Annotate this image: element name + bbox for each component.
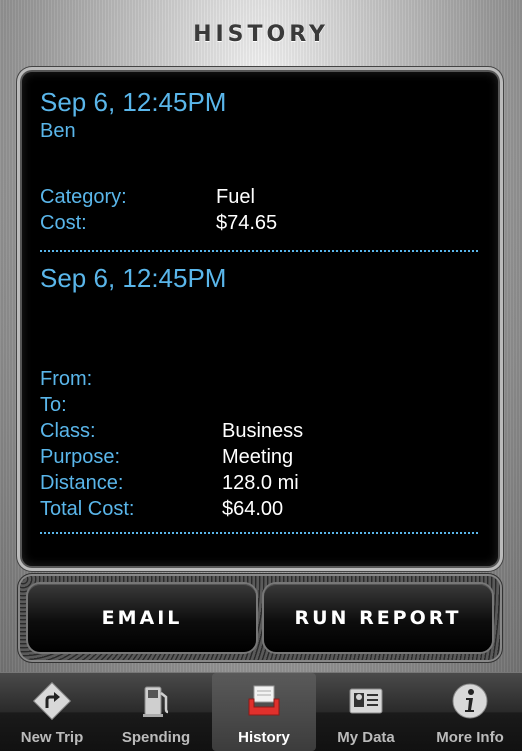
email-button[interactable]: EMAIL xyxy=(28,584,256,652)
tab-label: Spending xyxy=(121,729,191,746)
field-label: Distance: xyxy=(40,472,124,494)
page-title: HISTORY xyxy=(193,22,329,47)
field-value: Meeting xyxy=(222,446,294,468)
tab-new-trip[interactable]: New Trip xyxy=(0,673,104,751)
run-report-button[interactable]: RUN REPORT xyxy=(264,584,492,652)
id-card-icon xyxy=(349,688,383,714)
field-label: From: xyxy=(40,368,93,390)
history-panel[interactable]: Sep 6, 12:45PM Ben Category: Fuel Cost: … xyxy=(22,72,498,566)
field-label: Purpose: xyxy=(40,446,121,468)
entry-divider xyxy=(40,250,478,252)
entry-datetime: Sep 6, 12:45PM xyxy=(40,263,227,293)
tab-bar: New Trip Spending History My Data More I… xyxy=(0,672,522,751)
tab-label: History xyxy=(238,729,290,746)
entry-name: Ben xyxy=(40,120,76,142)
entry-divider xyxy=(40,532,478,534)
tab-label: New Trip xyxy=(20,729,84,746)
field-label: To: xyxy=(40,394,67,416)
field-label: Total Cost: xyxy=(40,498,135,520)
turn-sign-icon xyxy=(32,681,72,721)
field-value: $64.00 xyxy=(222,498,284,520)
tab-label: More Info xyxy=(436,729,504,746)
history-entry[interactable]: Sep 6, 12:45PM Ben Category: Fuel Cost: … xyxy=(40,86,480,234)
action-bar: EMAIL RUN REPORT xyxy=(20,576,500,660)
gas-pump-icon xyxy=(143,686,169,717)
field-label: Category: xyxy=(40,186,127,208)
field-label: Class: xyxy=(40,420,96,442)
field-value: 128.0 mi xyxy=(222,472,299,494)
tab-my-data[interactable]: My Data xyxy=(314,673,418,751)
tab-more-info[interactable]: More Info xyxy=(418,673,522,751)
history-entry[interactable]: Sep 6, 12:45PM From: To: Class: Business… xyxy=(40,262,480,520)
tab-label: My Data xyxy=(337,729,395,746)
inbox-tray-icon xyxy=(248,685,280,716)
entry-datetime: Sep 6, 12:45PM xyxy=(40,87,227,117)
tab-history[interactable]: History xyxy=(212,673,316,751)
tab-spending[interactable]: Spending xyxy=(104,673,208,751)
field-label: Cost: xyxy=(40,212,87,234)
info-icon xyxy=(452,683,488,719)
field-value: Business xyxy=(222,420,304,442)
field-value: Fuel xyxy=(216,186,255,208)
field-value: $74.65 xyxy=(216,212,278,234)
